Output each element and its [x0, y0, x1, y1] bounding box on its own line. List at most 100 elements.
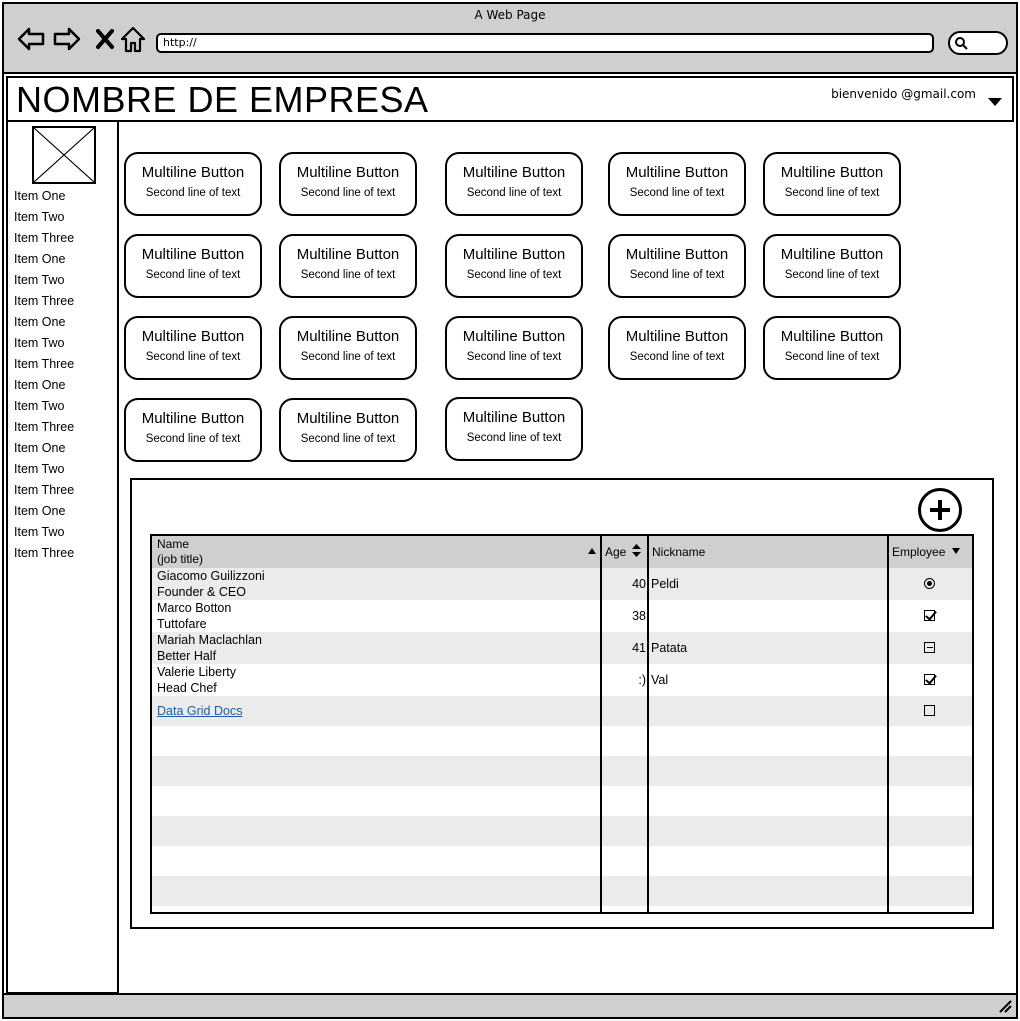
button-line2: Second line of text — [145, 351, 241, 363]
sidebar-item[interactable]: Item One — [14, 249, 74, 270]
sidebar-item[interactable]: Item Three — [14, 228, 74, 249]
url-bar[interactable]: http:// — [156, 33, 934, 53]
sidebar-item[interactable]: Item Three — [14, 480, 74, 501]
empty-row — [152, 876, 972, 906]
row-title: Head Chef — [157, 681, 217, 695]
table-row[interactable]: Valerie Liberty Head Chef :) Val — [152, 664, 972, 696]
sidebar-item[interactable]: Item Two — [14, 270, 74, 291]
button-line1: Multiline Button — [296, 328, 400, 345]
page-header: NOMBRE DE EMPRESA bienvenido @gmail.com — [6, 76, 1014, 122]
column-header-age[interactable]: Age — [602, 536, 649, 568]
sidebar-item[interactable]: Item Three — [14, 291, 74, 312]
row-name: Giacomo Guilizzoni — [157, 569, 265, 583]
multiline-button[interactable]: Multiline Button Second line of text — [279, 152, 417, 216]
close-icon[interactable] — [90, 24, 120, 54]
button-line1: Multiline Button — [296, 246, 400, 263]
chevron-down-icon[interactable] — [988, 98, 1002, 106]
column-header-employee[interactable]: Employee — [889, 536, 972, 568]
user-email[interactable]: bienvenido @gmail.com — [831, 87, 976, 101]
chevron-down-icon[interactable] — [952, 548, 960, 554]
sidebar-item[interactable]: Item Two — [14, 333, 74, 354]
employee-checkbox[interactable] — [924, 705, 935, 716]
multiline-button[interactable]: Multiline Button Second line of text — [279, 234, 417, 298]
button-line1: Multiline Button — [141, 246, 245, 263]
empty-row — [152, 846, 972, 876]
row-nickname: Patata — [651, 641, 688, 655]
employee-checkbox[interactable] — [924, 674, 935, 685]
multiline-button[interactable]: Multiline Button Second line of text — [608, 152, 746, 216]
resize-grip-icon[interactable] — [998, 999, 1012, 1013]
button-line2: Second line of text — [629, 187, 725, 199]
button-line2: Second line of text — [784, 351, 880, 363]
sidebar-item[interactable]: Item One — [14, 312, 74, 333]
multiline-button[interactable]: Multiline Button Second line of text — [124, 152, 262, 216]
add-button[interactable] — [918, 488, 962, 532]
data-grid-docs-link[interactable]: Data Grid Docs — [157, 704, 242, 718]
back-arrow-icon[interactable] — [16, 24, 46, 54]
multiline-button[interactable]: Multiline Button Second line of text — [124, 398, 262, 462]
multiline-button[interactable]: Multiline Button Second line of text — [445, 152, 583, 216]
empty-row — [152, 786, 972, 816]
table-row[interactable]: Marco Botton Tuttofare 38 — [152, 600, 972, 632]
button-line2: Second line of text — [466, 351, 562, 363]
sidebar-item[interactable]: Item One — [14, 501, 74, 522]
sidebar-item[interactable]: Item Two — [14, 522, 74, 543]
sidebar-item[interactable]: Item One — [14, 186, 74, 207]
column-header-name[interactable]: Name (job title) — [152, 536, 602, 568]
row-nickname: Peldi — [651, 577, 679, 591]
sort-ascending-icon[interactable] — [588, 548, 596, 554]
row-title: Tuttofare — [157, 617, 207, 631]
home-icon[interactable] — [118, 24, 148, 54]
button-line1: Multiline Button — [462, 246, 566, 263]
sidebar-item[interactable]: Item Three — [14, 354, 74, 375]
sidebar-item[interactable]: Item Three — [14, 417, 74, 438]
sidebar-item[interactable]: Item Two — [14, 207, 74, 228]
multiline-button[interactable]: Multiline Button Second line of text — [608, 234, 746, 298]
employee-checkbox[interactable] — [924, 610, 935, 621]
multiline-button[interactable]: Multiline Button Second line of text — [763, 234, 901, 298]
employee-radio[interactable] — [924, 578, 935, 589]
multiline-button[interactable]: Multiline Button Second line of text — [124, 316, 262, 380]
search-box[interactable] — [948, 31, 1008, 55]
table-row[interactable]: Giacomo Guilizzoni Founder & CEO 40 Peldi — [152, 568, 972, 600]
button-line2: Second line of text — [629, 269, 725, 281]
row-nickname: Val — [651, 673, 669, 687]
button-line1: Multiline Button — [780, 328, 884, 345]
sort-icon[interactable] — [632, 544, 641, 557]
sidebar-item[interactable]: Item Two — [14, 396, 74, 417]
multiline-button[interactable]: Multiline Button Second line of text — [445, 234, 583, 298]
multiline-button[interactable]: Multiline Button Second line of text — [279, 316, 417, 380]
column-header-nickname[interactable]: Nickname — [649, 536, 889, 568]
column-nickname-label: Nickname — [652, 545, 706, 559]
button-line1: Multiline Button — [462, 328, 566, 345]
button-line1: Multiline Button — [462, 164, 566, 181]
multiline-button[interactable]: Multiline Button Second line of text — [763, 152, 901, 216]
row-name: Valerie Liberty — [157, 665, 236, 679]
table-row[interactable]: Data Grid Docs — [152, 696, 972, 726]
multiline-button[interactable]: Multiline Button Second line of text — [445, 397, 583, 461]
sidebar-item[interactable]: Item One — [14, 438, 74, 459]
button-line1: Multiline Button — [625, 246, 729, 263]
button-line1: Multiline Button — [296, 164, 400, 181]
multiline-button[interactable]: Multiline Button Second line of text — [608, 316, 746, 380]
multiline-button[interactable]: Multiline Button Second line of text — [279, 398, 417, 462]
column-divider — [887, 536, 889, 912]
row-name: Mariah Maclachlan — [157, 633, 262, 647]
multiline-button[interactable]: Multiline Button Second line of text — [445, 316, 583, 380]
column-employee-label: Employee — [892, 545, 946, 559]
browser-chrome: A Web Page http:// — [4, 4, 1016, 74]
multiline-button[interactable]: Multiline Button Second line of text — [124, 234, 262, 298]
button-line1: Multiline Button — [625, 328, 729, 345]
sidebar-item[interactable]: Item Three — [14, 543, 74, 564]
forward-arrow-icon[interactable] — [52, 24, 82, 54]
sidebar-item[interactable]: Item Two — [14, 459, 74, 480]
row-title: Founder & CEO — [157, 585, 246, 599]
multiline-button[interactable]: Multiline Button Second line of text — [763, 316, 901, 380]
row-nickname — [651, 600, 886, 632]
row-age: :) — [638, 673, 646, 687]
empty-row — [152, 816, 972, 846]
button-line2: Second line of text — [466, 269, 562, 281]
sidebar-item[interactable]: Item One — [14, 375, 74, 396]
employee-checkbox[interactable] — [924, 642, 935, 653]
table-row[interactable]: Mariah Maclachlan Better Half 41 Patata — [152, 632, 972, 664]
